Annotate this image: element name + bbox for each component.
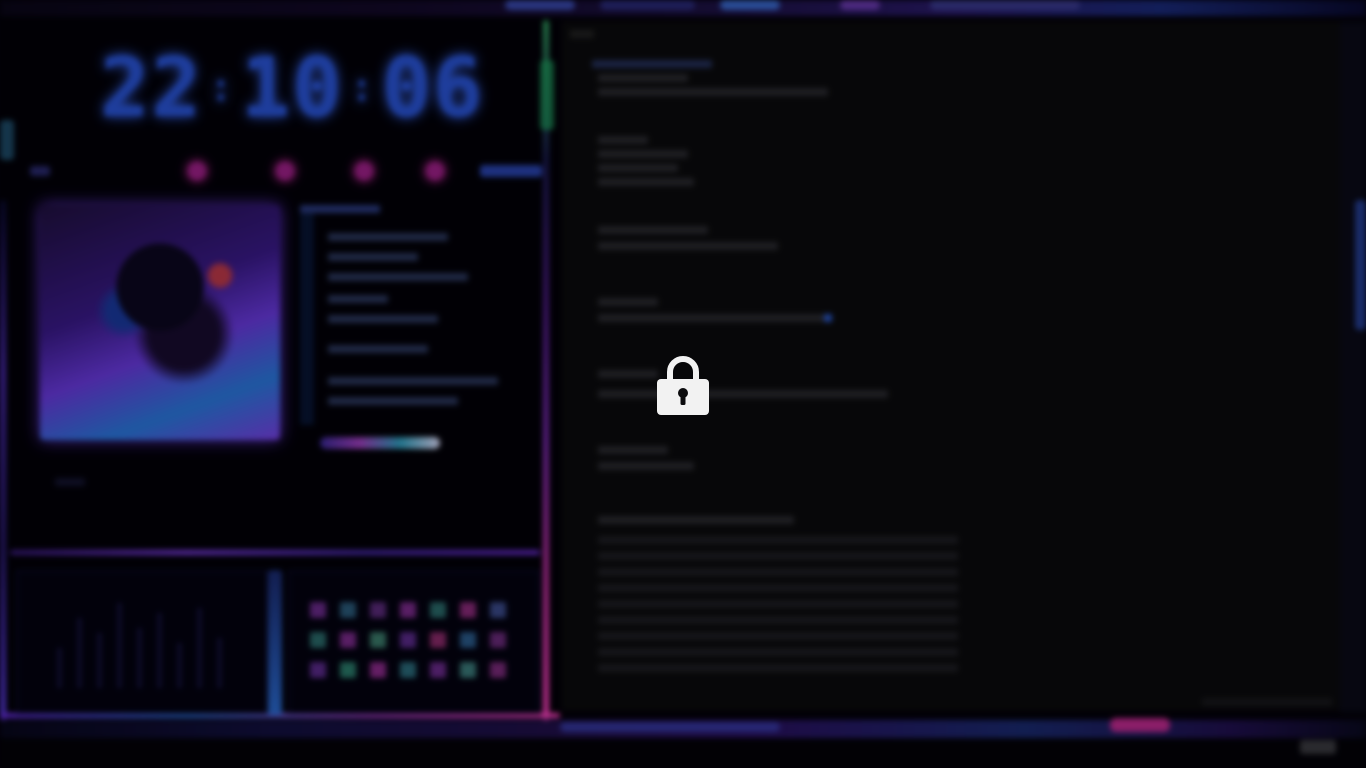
lock-screen: 22 : 10 : 06	[0, 0, 1366, 768]
padlock-icon	[657, 356, 709, 415]
lock-overlay[interactable]	[0, 0, 1366, 768]
